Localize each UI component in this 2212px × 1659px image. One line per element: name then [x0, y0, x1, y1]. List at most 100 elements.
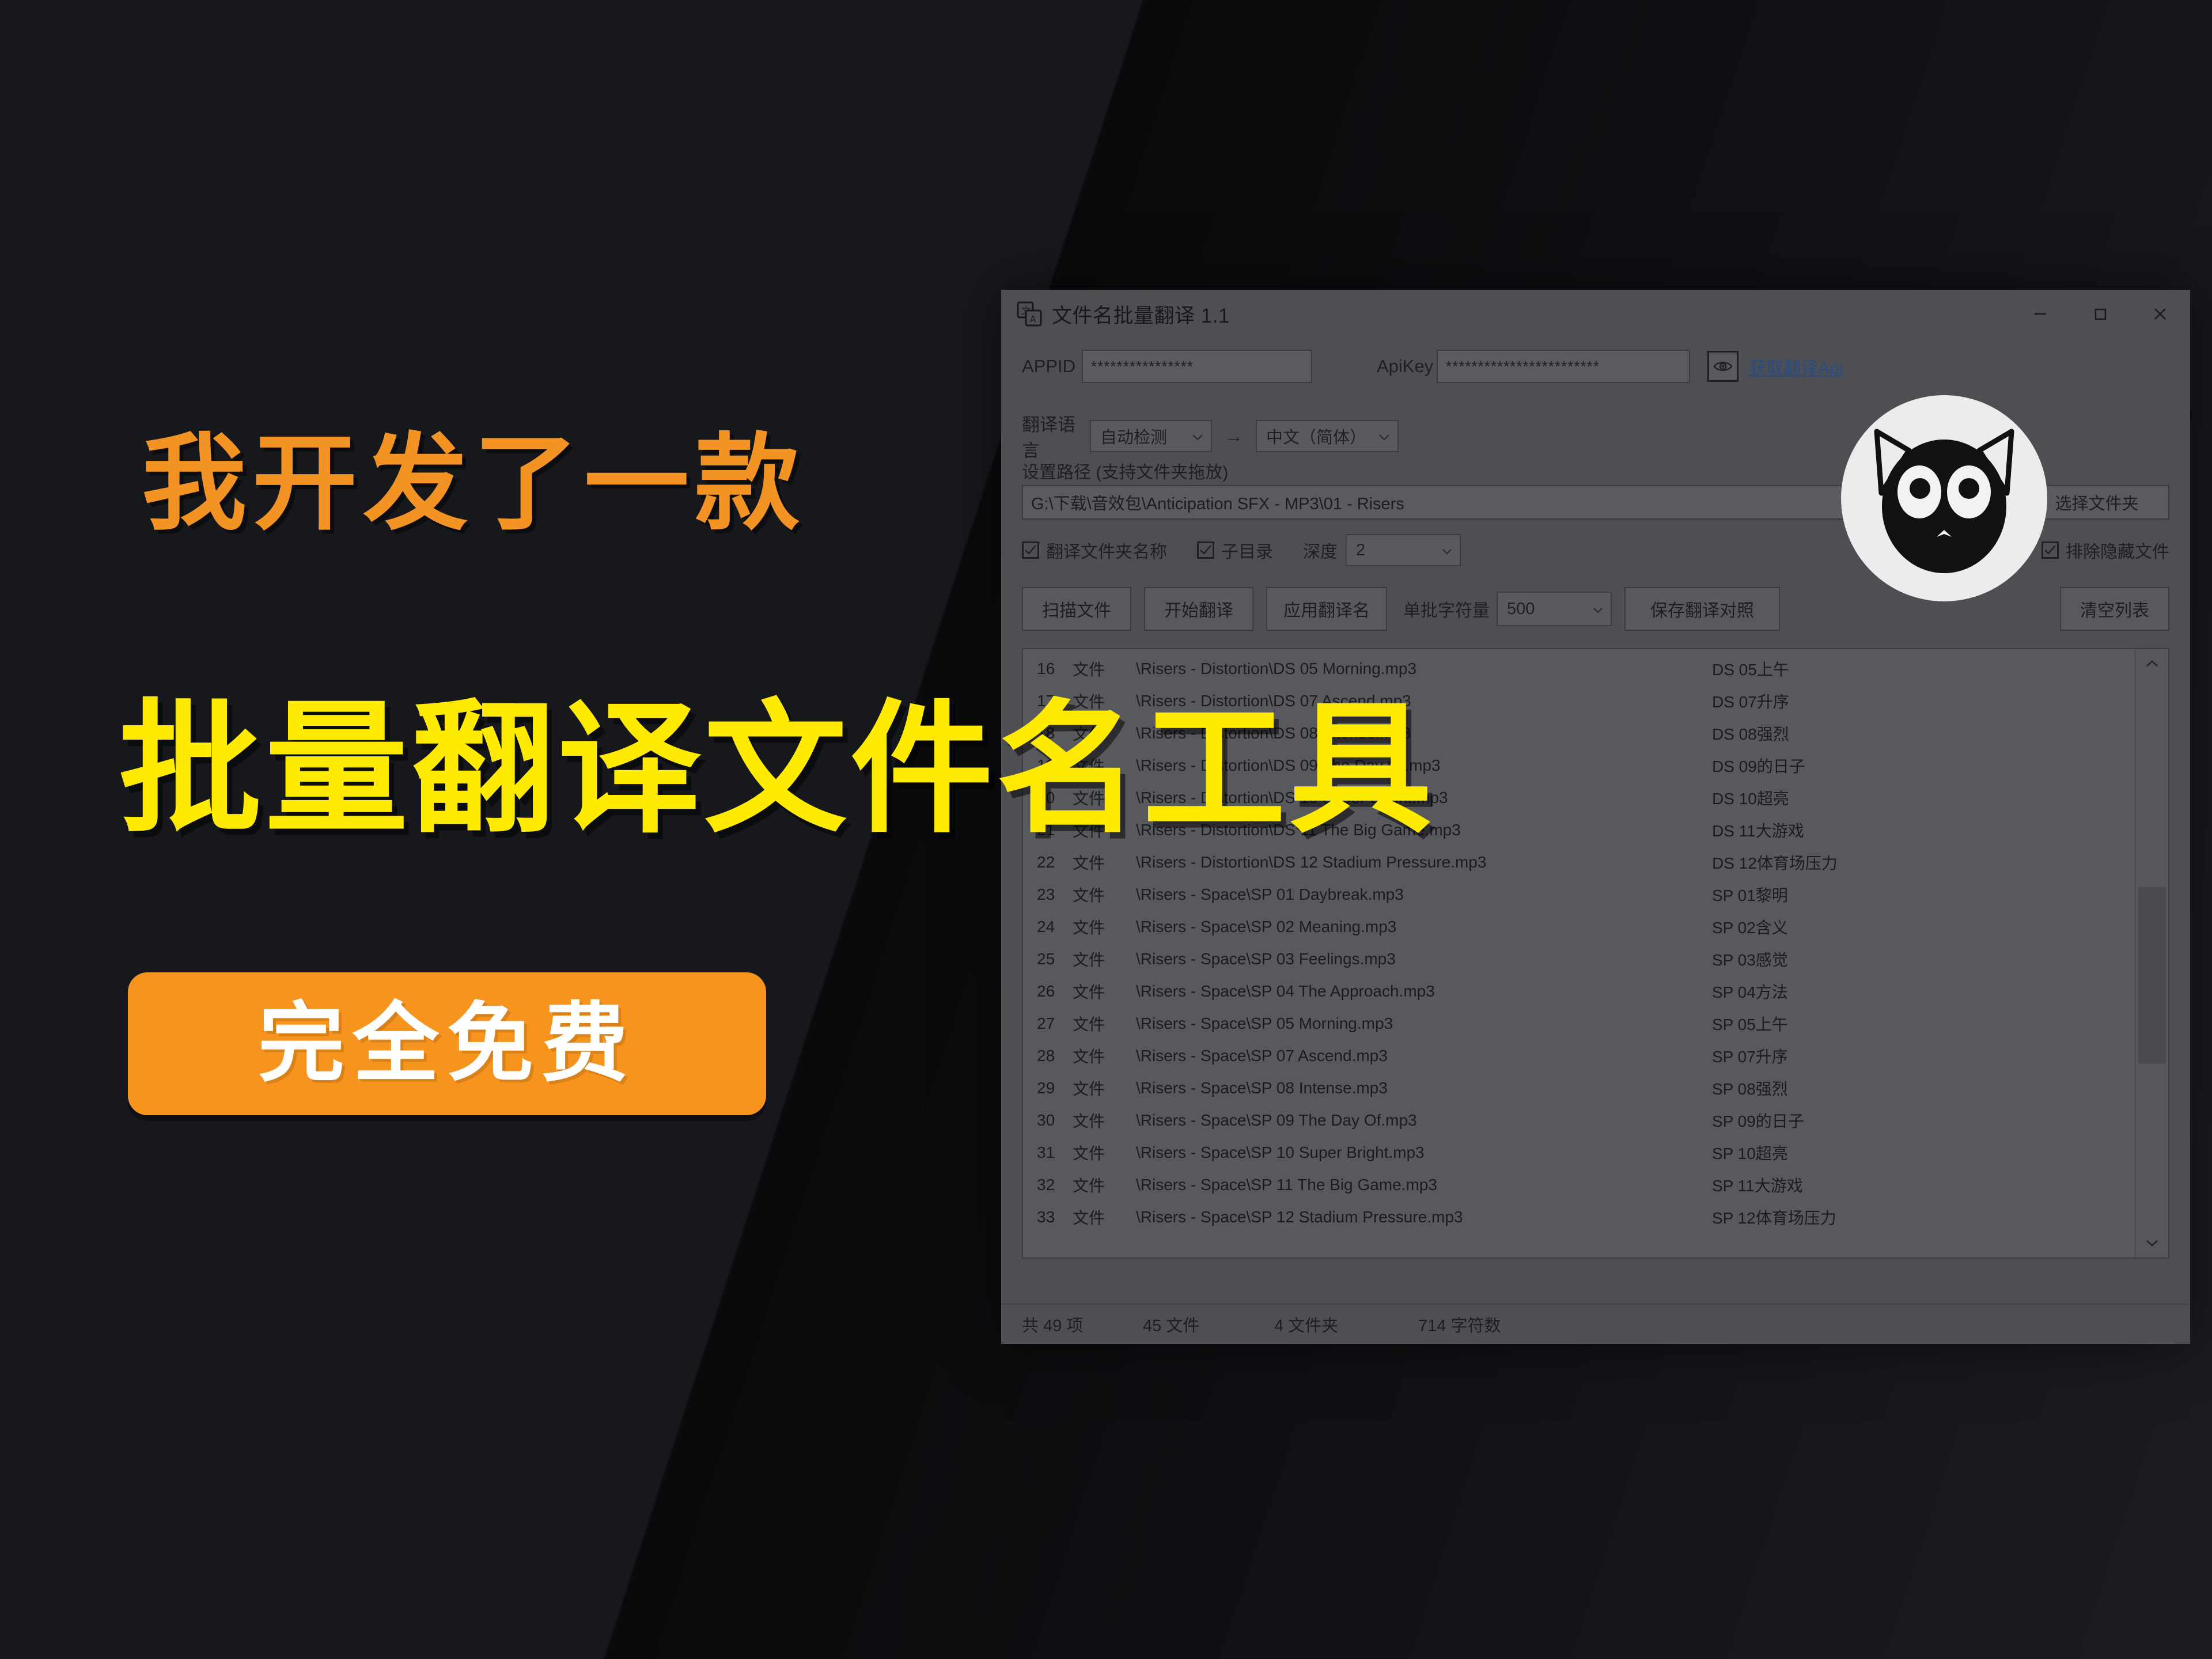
scroll-down-icon[interactable] [2136, 1229, 2168, 1257]
row-index: 27 [1037, 1014, 1055, 1032]
checkmark-icon [1197, 541, 1214, 559]
depth-select[interactable]: 2 [1346, 534, 1461, 566]
eye-icon[interactable] [1707, 351, 1738, 382]
table-row[interactable]: 25 文件 \Risers - Space\SP 03 Feelings.mp3 SP… [1023, 943, 2135, 975]
table-row[interactable]: 23 文件 \Risers - Space\SP 01 Daybreak.mp3 SP… [1023, 878, 2135, 911]
apply-translated-names-button[interactable]: 应用翻译名 [1266, 587, 1387, 631]
row-type: 文件 [1073, 1177, 1105, 1195]
table-row[interactable]: 24 文件 \Risers - Space\SP 02 Meaning.mp3 SP … [1023, 911, 2135, 943]
translate-folder-names-checkbox[interactable]: 翻译文件夹名称 [1022, 537, 1167, 563]
row-path: \Risers - Space\SP 11 The Big Game.mp3 [1136, 1176, 1437, 1194]
apikey-label: ApiKey [1377, 356, 1434, 376]
table-row[interactable]: 33 文件 \Risers - Space\SP 12 Stadium Pressu… [1023, 1201, 2135, 1233]
scan-files-button[interactable]: 扫描文件 [1022, 587, 1131, 631]
row-translated: SP 09的日子 [1712, 1112, 1804, 1130]
row-translated: SP 10超亮 [1712, 1145, 1788, 1162]
appid-label: APPID [1022, 356, 1076, 376]
row-type: 文件 [1073, 1209, 1105, 1227]
apikey-value: ************************ [1446, 357, 1600, 375]
start-translate-button[interactable]: 开始翻译 [1144, 587, 1253, 631]
row-translated: SP 12体育场压力 [1712, 1209, 1836, 1227]
appid-value: **************** [1091, 357, 1194, 375]
source-language-select[interactable]: 自动检测 [1090, 420, 1212, 452]
row-translated: SP 11大游戏 [1712, 1177, 1803, 1195]
table-row[interactable]: 32 文件 \Risers - Space\SP 11 The Big Game.m… [1023, 1169, 2135, 1201]
table-row[interactable]: 28 文件 \Risers - Space\SP 07 Ascend.mp3 SP 0… [1023, 1040, 2135, 1072]
row-path: \Risers - Distortion\DS 12 Stadium Press… [1136, 853, 1487, 871]
table-row[interactable]: 26 文件 \Risers - Space\SP 04 The Approach.m… [1023, 975, 2135, 1007]
row-type: 文件 [1073, 887, 1105, 904]
scrollbar-thumb[interactable] [2138, 887, 2166, 1064]
row-index: 31 [1037, 1143, 1055, 1161]
translate-icon: 文 A [1016, 301, 1043, 327]
row-path: \Risers - Space\SP 10 Super Bright.mp3 [1136, 1143, 1425, 1161]
table-row[interactable]: 27 文件 \Risers - Space\SP 05 Morning.mp3 SP … [1023, 1007, 2135, 1040]
status-folder-count: 4 文件夹 [1274, 1317, 1339, 1335]
row-path: \Risers - Space\SP 01 Daybreak.mp3 [1136, 885, 1404, 903]
row-type: 文件 [1073, 1080, 1105, 1098]
free-badge-label: 完全免费 [257, 994, 636, 1094]
scrollbar-track[interactable] [2136, 678, 2168, 1229]
path-value: G:\下载\音效包\Anticipation SFX - MP3\01 - Ri… [1031, 495, 1404, 513]
target-language-select[interactable]: 中文（简体） [1256, 420, 1399, 452]
batch-char-count-select[interactable]: 500 [1497, 592, 1612, 626]
row-translated: SP 03感觉 [1712, 951, 1788, 969]
row-path: \Risers - Space\SP 07 Ascend.mp3 [1136, 1047, 1388, 1065]
row-translated: SP 02含义 [1712, 919, 1788, 937]
row-translated: SP 04方法 [1712, 983, 1788, 1001]
row-path: \Risers - Space\SP 03 Feelings.mp3 [1136, 950, 1396, 968]
batch-char-count-value: 500 [1507, 599, 1535, 618]
scroll-up-icon[interactable] [2136, 649, 2168, 678]
row-translated: DS 08强烈 [1712, 725, 1789, 743]
row-translated: DS 11大游戏 [1712, 822, 1804, 840]
close-button[interactable] [2130, 290, 2190, 338]
subdirectory-label: 子目录 [1221, 543, 1273, 562]
free-badge: 完全免费 [128, 972, 766, 1115]
row-index: 33 [1037, 1208, 1055, 1226]
row-type: 文件 [1073, 661, 1105, 679]
table-row[interactable]: 16 文件 \Risers - Distortion\DS 05 Morning.m… [1023, 653, 2135, 685]
translate-language-label: 翻译语言 [1022, 415, 1075, 461]
arrow-right-icon: → [1225, 425, 1243, 446]
get-translate-api-link[interactable]: 获取翻译Api [1749, 354, 1843, 379]
source-language-value: 自动检测 [1100, 429, 1168, 447]
depth-value: 2 [1356, 540, 1366, 559]
row-type: 文件 [1073, 854, 1105, 872]
api-credentials-row: APPID **************** ApiKey **********… [1022, 350, 2168, 383]
row-translated: DS 10超亮 [1712, 790, 1789, 808]
row-index: 24 [1037, 918, 1055, 935]
subdirectory-checkbox[interactable]: 子目录 [1197, 537, 1273, 563]
clear-list-button[interactable]: 清空列表 [2060, 587, 2169, 631]
row-index: 22 [1037, 853, 1055, 871]
table-row[interactable]: 30 文件 \Risers - Space\SP 09 The Day Of.mp3… [1023, 1104, 2135, 1137]
maximize-button[interactable] [2070, 290, 2130, 338]
status-char-count: 714 字符数 [1418, 1317, 1501, 1335]
promo-headline-orange: 我开发了一款 [142, 422, 805, 544]
row-path: \Risers - Space\SP 04 The Approach.mp3 [1136, 982, 1435, 1000]
row-index: 28 [1037, 1047, 1055, 1065]
row-index: 16 [1037, 660, 1055, 677]
promo-headline-yellow: 批量翻译文件名工具 [119, 687, 1435, 853]
row-type: 文件 [1073, 919, 1105, 937]
file-list-scrollbar[interactable] [2135, 649, 2168, 1257]
batch-char-count-label: 单批字符量 [1403, 601, 1490, 620]
appid-input[interactable]: **************** [1082, 350, 1312, 383]
exclude-hidden-files-checkbox[interactable]: 排除隐藏文件 [2041, 537, 2169, 563]
chevron-down-icon [1592, 600, 1604, 619]
row-translated: SP 07升序 [1712, 1048, 1788, 1066]
save-translation-compare-button[interactable]: 保存翻译对照 [1624, 587, 1780, 631]
row-type: 文件 [1073, 983, 1105, 1001]
status-total-items: 共 49 项 [1022, 1317, 1084, 1335]
table-row[interactable]: 29 文件 \Risers - Space\SP 08 Intense.mp3 SP … [1023, 1072, 2135, 1104]
row-path: \Risers - Space\SP 08 Intense.mp3 [1136, 1079, 1388, 1097]
minimize-button[interactable] [2010, 290, 2070, 338]
svg-text:A: A [1030, 314, 1036, 324]
target-language-value: 中文（简体） [1266, 429, 1367, 447]
apikey-input[interactable]: ************************ [1437, 350, 1690, 383]
window-controls [2010, 290, 2190, 338]
row-path: \Risers - Space\SP 02 Meaning.mp3 [1136, 918, 1397, 935]
row-translated: DS 07升序 [1712, 693, 1789, 711]
row-translated: DS 05上午 [1712, 661, 1789, 679]
table-row[interactable]: 31 文件 \Risers - Space\SP 10 Super Bright.m… [1023, 1137, 2135, 1169]
chevron-down-icon [1378, 427, 1391, 446]
